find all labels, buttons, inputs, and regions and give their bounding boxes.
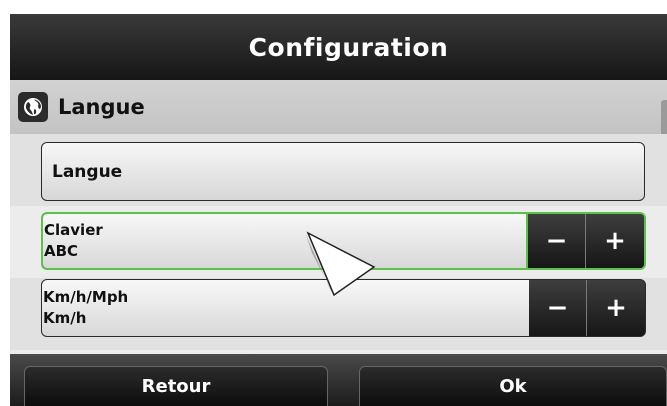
title-bar: Configuration (10, 14, 667, 80)
setting-label: Km/h/Mph (43, 288, 129, 306)
setting-info[interactable]: Km/h/Mph Km/h (42, 280, 529, 336)
ok-button[interactable]: Ok (359, 366, 667, 406)
device-screen: Configuration Langue Langue Clavier ABC … (10, 14, 667, 406)
mouse-pointer-icon (306, 231, 376, 297)
setting-value: Km/h (43, 309, 87, 327)
back-button[interactable]: Retour (24, 366, 328, 406)
increment-button[interactable]: + (586, 214, 644, 268)
footer-bar: Retour Ok (10, 354, 667, 406)
page-title: Configuration (248, 32, 449, 62)
decrement-button[interactable]: − (528, 214, 586, 268)
section-title: Langue (58, 95, 145, 119)
language-button[interactable]: Langue (41, 142, 645, 201)
scrollbar-thumb[interactable] (661, 100, 667, 136)
setting-label: Clavier (44, 221, 103, 239)
increment-button[interactable]: + (587, 280, 645, 336)
decrement-button[interactable]: − (529, 280, 587, 336)
setting-info[interactable]: Clavier ABC (43, 214, 528, 268)
setting-value: ABC (44, 242, 79, 260)
globe-icon (18, 92, 48, 122)
section-header: Langue (10, 80, 667, 134)
